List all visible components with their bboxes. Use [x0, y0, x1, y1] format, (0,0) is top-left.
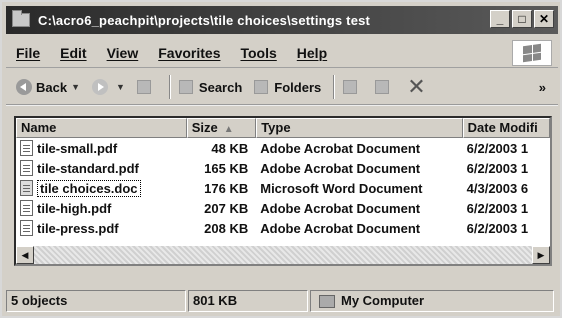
status-object-count: 5 objects [6, 290, 186, 312]
file-name: tile-standard.pdf [37, 160, 139, 176]
status-total-size: 801 KB [188, 290, 308, 312]
file-type: Adobe Acrobat Document [260, 140, 421, 156]
folders-icon [254, 80, 269, 94]
file-type: Adobe Acrobat Document [260, 200, 421, 216]
menu-tools[interactable]: Tools [240, 45, 276, 61]
forward-dropdown-icon[interactable]: ▼ [116, 82, 125, 92]
minimize-button[interactable]: _ [490, 10, 510, 28]
windows-logo-icon [512, 40, 552, 66]
up-folder-button[interactable] [136, 80, 157, 94]
file-row[interactable]: tile-standard.pdf 165 KB Adobe Acrobat D… [16, 158, 550, 178]
scroll-left-button[interactable]: ◀ [16, 246, 34, 264]
copy-to-icon [375, 80, 390, 94]
menu-view[interactable]: View [107, 45, 139, 61]
file-list[interactable]: Name Size ▲ Type Date Modifi tile-small.p… [14, 116, 552, 266]
file-row[interactable]: tile choices.doc 176 KB Microsoft Word D… [16, 178, 550, 198]
pdf-file-icon [20, 220, 33, 236]
column-name[interactable]: Name [16, 118, 187, 138]
folders-button[interactable]: Folders [254, 80, 321, 95]
pdf-file-icon [20, 160, 33, 176]
window-title: C:\acro6_peachpit\projects\tile choices\… [38, 12, 371, 28]
file-name: tile-small.pdf [37, 140, 118, 156]
title-bar[interactable]: C:\acro6_peachpit\projects\tile choices\… [6, 6, 558, 34]
scroll-track[interactable] [34, 246, 532, 264]
file-date: 4/3/2003 6 [466, 180, 529, 196]
file-row[interactable]: tile-high.pdf 207 KB Adobe Acrobat Docum… [16, 198, 550, 218]
file-size: 176 KB [204, 180, 249, 196]
explorer-window: C:\acro6_peachpit\projects\tile choices\… [0, 0, 562, 318]
pdf-file-icon [20, 200, 33, 216]
toolbar-overflow-chevron[interactable]: » [539, 80, 546, 95]
forward-arrow-icon [92, 79, 108, 95]
sort-arrow-icon: ▲ [223, 124, 234, 135]
my-computer-icon [319, 294, 335, 308]
delete-button[interactable]: ✕ [407, 74, 431, 100]
file-date: 6/2/2003 1 [466, 140, 529, 156]
file-size: 48 KB [211, 140, 249, 156]
copy-to-button[interactable] [375, 80, 395, 94]
menu-favorites[interactable]: Favorites [158, 45, 220, 61]
status-bar: 5 objects 801 KB My Computer [6, 288, 558, 314]
word-file-icon [20, 180, 33, 196]
maximize-button[interactable]: □ [512, 10, 532, 28]
column-header-row: Name Size ▲ Type Date Modifi [16, 118, 550, 138]
folder-icon [12, 10, 30, 27]
file-row[interactable]: tile-small.pdf 48 KB Adobe Acrobat Docum… [16, 138, 550, 158]
up-folder-icon [136, 80, 151, 94]
toolbar-separator [333, 75, 336, 99]
toolbar: Back ▼ ▼ Search Folders ✕ » [6, 70, 558, 106]
back-label: Back [36, 79, 68, 95]
file-type: Adobe Acrobat Document [260, 160, 421, 176]
file-date: 6/2/2003 1 [466, 200, 529, 216]
file-type: Adobe Acrobat Document [260, 220, 421, 236]
forward-button[interactable]: ▼ [92, 79, 125, 95]
search-label: Search [198, 79, 243, 95]
horizontal-scrollbar[interactable]: ◀ ▶ [16, 246, 550, 264]
file-name: tile-press.pdf [37, 220, 119, 236]
status-location: My Computer [310, 290, 554, 312]
scroll-right-button[interactable]: ▶ [532, 246, 550, 264]
file-date: 6/2/2003 1 [466, 220, 529, 236]
status-location-label: My Computer [341, 293, 425, 308]
close-button[interactable]: ✕ [534, 10, 554, 28]
back-button[interactable]: Back ▼ [16, 79, 80, 95]
back-arrow-icon [16, 79, 32, 95]
column-date-modified[interactable]: Date Modifi [462, 118, 550, 138]
file-size: 165 KB [204, 160, 249, 176]
move-to-icon [343, 80, 358, 94]
folders-label: Folders [274, 79, 322, 95]
search-icon [178, 80, 193, 94]
delete-x-icon: ✕ [407, 74, 426, 99]
move-to-button[interactable] [343, 80, 363, 94]
file-size: 207 KB [204, 200, 249, 216]
menu-bar: File Edit View Favorites Tools Help [6, 38, 558, 68]
menu-edit[interactable]: Edit [60, 45, 86, 61]
file-row[interactable]: tile-press.pdf 208 KB Adobe Acrobat Docu… [16, 218, 550, 238]
toolbar-separator [168, 75, 171, 99]
file-name: tile-high.pdf [37, 200, 112, 216]
file-name-focused: tile choices.doc [37, 179, 141, 197]
menu-file[interactable]: File [16, 45, 40, 61]
column-size[interactable]: Size ▲ [186, 118, 257, 138]
file-type: Microsoft Word Document [260, 180, 423, 196]
back-dropdown-icon[interactable]: ▼ [71, 82, 80, 92]
file-size: 208 KB [204, 220, 249, 236]
window-controls: _ □ ✕ [490, 10, 554, 28]
pdf-file-icon [20, 140, 33, 156]
column-type[interactable]: Type [256, 118, 463, 138]
search-button[interactable]: Search [178, 79, 243, 95]
file-date: 6/2/2003 1 [466, 160, 529, 176]
menu-help[interactable]: Help [297, 45, 327, 61]
